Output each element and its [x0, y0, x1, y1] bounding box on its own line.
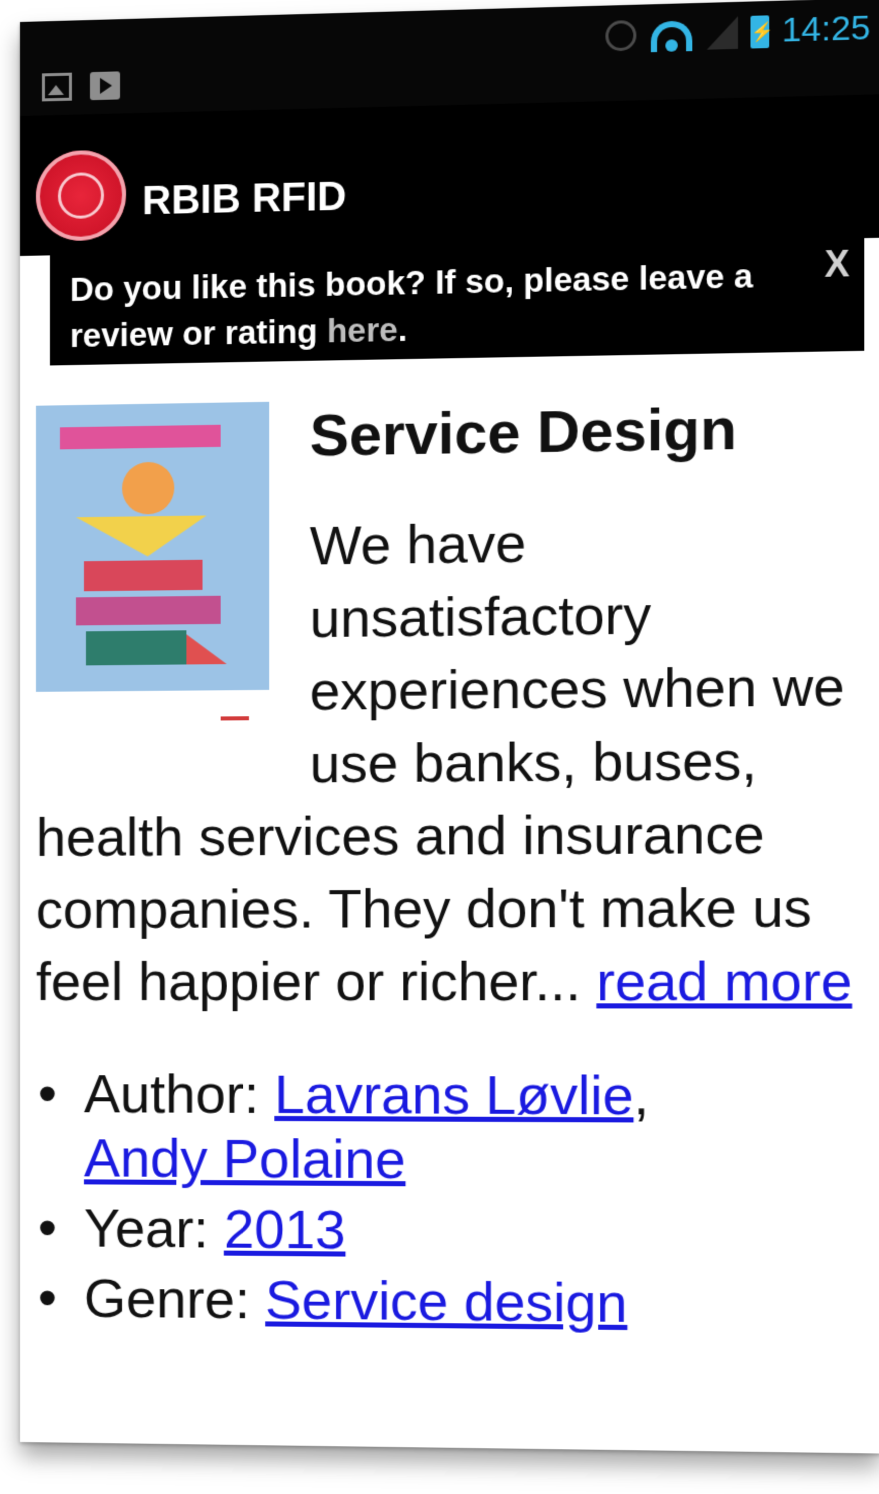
book-content: Service Design We have unsatisfactory ex…: [36, 386, 864, 1345]
close-banner-button[interactable]: X: [824, 243, 849, 287]
author-link-2[interactable]: Andy Polaine: [84, 1128, 406, 1190]
system-icons: ⚡ 14:25: [605, 8, 870, 55]
read-more-link[interactable]: read more: [596, 951, 852, 1012]
review-link[interactable]: here: [327, 311, 398, 350]
year-link[interactable]: 2013: [224, 1199, 346, 1260]
signal-icon: [707, 16, 738, 50]
banner-text-start: Do you like this book? If so, please lea…: [70, 257, 753, 354]
play-store-icon: [90, 71, 120, 100]
review-banner: Do you like this book? If so, please lea…: [50, 238, 864, 365]
image-icon: [42, 73, 72, 102]
cover-caption: [44, 698, 245, 700]
cover-artwork: [36, 402, 269, 692]
review-banner-text: Do you like this book? If so, please lea…: [70, 252, 764, 359]
author-separator: ,: [634, 1065, 650, 1126]
status-time: 14:25: [782, 8, 871, 50]
year-row: Year: 2013: [36, 1196, 864, 1267]
battery-charging-icon: ⚡: [750, 15, 769, 48]
genre-label: Genre:: [84, 1269, 265, 1331]
university-logo-icon[interactable]: [36, 149, 126, 241]
alarm-icon: [605, 20, 636, 51]
genre-link[interactable]: Service design: [265, 1270, 627, 1334]
banner-text-end: .: [398, 310, 407, 348]
book-cover-image: [36, 402, 269, 750]
genre-row: Genre: Service design: [36, 1266, 864, 1338]
notification-icons: [42, 71, 120, 101]
app-title: RBIB RFID: [142, 174, 346, 224]
year-label: Year:: [84, 1198, 224, 1259]
author-link-1[interactable]: Lavrans Løvlie: [274, 1065, 633, 1127]
cover-publisher-mark: [221, 716, 249, 720]
wifi-icon: [649, 16, 695, 52]
phone-screen: ⚡ 14:25 RBIB RFID Do you like this book?…: [20, 0, 879, 1454]
action-bar: RBIB RFID: [20, 94, 879, 256]
author-label: Author:: [84, 1064, 274, 1125]
book-details: Author: Lavrans Løvlie, Andy Polaine Year…: [36, 1062, 864, 1338]
author-row: Author: Lavrans Løvlie, Andy Polaine: [36, 1062, 864, 1195]
